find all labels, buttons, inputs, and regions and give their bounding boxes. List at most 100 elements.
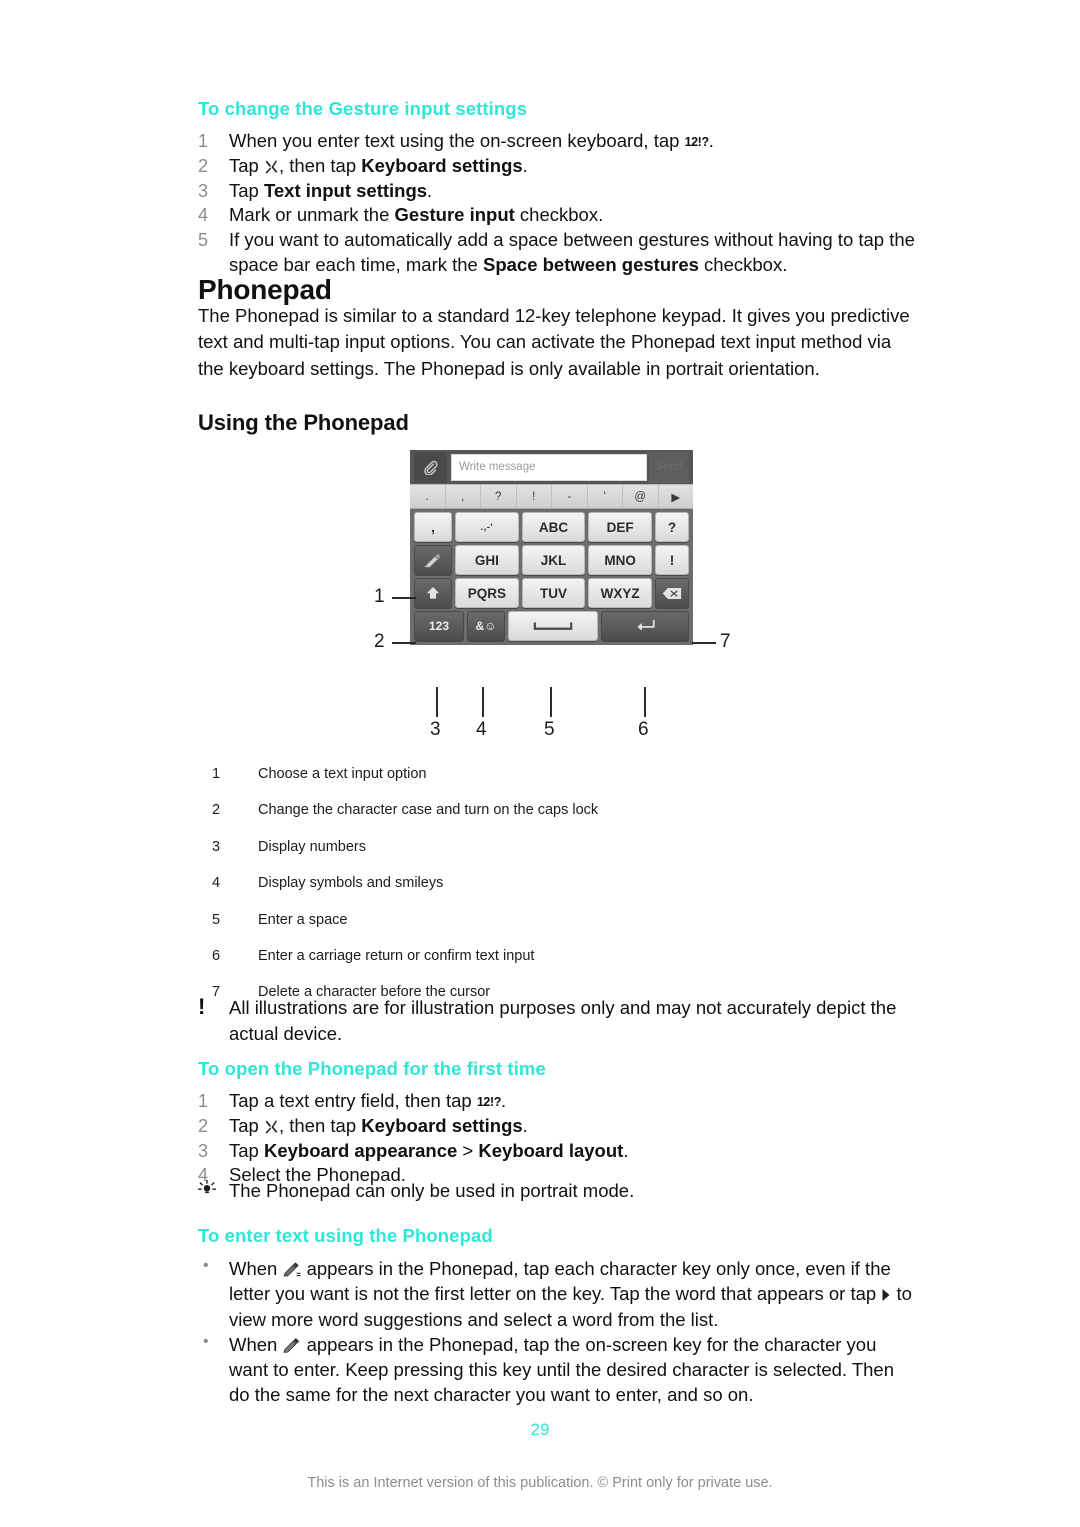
- gesture-step-3-pre: Tap: [229, 179, 264, 201]
- using-phonepad-heading: Using the Phonepad: [198, 410, 409, 435]
- warning-note-row: ! All illustrations are for illustration…: [198, 995, 918, 1048]
- callout-leader-1: [392, 597, 416, 599]
- gesture-step-2-pre: Tap: [229, 154, 264, 176]
- legend-text: Display numbers: [258, 838, 366, 855]
- keypad-row-3: PQRS TUV WXYZ: [414, 578, 690, 608]
- pen-icon: [282, 1337, 301, 1353]
- gesture-step-2-bold: Keyboard settings: [361, 154, 523, 176]
- key-exclamation-mark[interactable]: !: [655, 545, 690, 575]
- callout-leader-6: [644, 687, 646, 717]
- keypad-row-4: 123 &☺: [414, 611, 689, 641]
- key-punctuation[interactable]: .,-': [455, 512, 519, 542]
- symbol-key-apostrophe[interactable]: ': [587, 485, 623, 508]
- enter-text-bullets: When appears in the Phonepad, tap each c…: [198, 1255, 918, 1407]
- key-jkl[interactable]: JKL: [521, 545, 586, 575]
- legend-number: 2: [212, 802, 221, 819]
- enter-text-bullet-1: When appears in the Phonepad, tap each c…: [198, 1255, 918, 1331]
- symbol-key-exclamation[interactable]: !: [516, 485, 552, 508]
- phonepad-keyboard-mock: Write message Send . , ? ! - ' @ ▶ , .,-…: [410, 450, 693, 645]
- gesture-step-2-mid: , then tap: [278, 154, 362, 176]
- gesture-step-2: Tap , then tap Keyboard settings.: [198, 154, 918, 179]
- open-step-1-pre: Tap a text entry field, then tap: [229, 1090, 477, 1112]
- callout-leader-4: [482, 687, 484, 717]
- warning-note-text: All illustrations are for illustration p…: [229, 997, 897, 1045]
- bullet1-part2: appears in the Phonepad, tap each charac…: [229, 1258, 891, 1305]
- gesture-step-4-pre: Mark or unmark the: [229, 204, 395, 226]
- tip-note-text: The Phonepad can only be used in portrai…: [229, 1180, 635, 1201]
- gesture-step-4-bold: Gesture input: [394, 204, 515, 226]
- symbols-smileys-key[interactable]: &☺: [467, 611, 505, 641]
- key-comma[interactable]: ,: [414, 512, 452, 542]
- callout-number-1: 1: [374, 586, 385, 607]
- space-key[interactable]: [508, 611, 598, 641]
- symbol-key-comma[interactable]: ,: [445, 485, 481, 508]
- keypad-rows: , .,-' ABC DEF ? GHI JKL MNO ! PQRS TUV …: [410, 509, 693, 645]
- open-step-3-bold: Keyboard appearance: [263, 1139, 458, 1161]
- key-mno[interactable]: MNO: [588, 545, 653, 575]
- callout-leader-5: [550, 687, 552, 717]
- more-suggestions-arrow-icon[interactable]: ▶: [658, 485, 693, 508]
- open-step-3: Tap Keyboard appearance > Keyboard layou…: [198, 1139, 918, 1164]
- key-ghi[interactable]: GHI: [455, 545, 519, 575]
- shift-icon[interactable]: [414, 578, 452, 608]
- open-step-2: Tap , then tap Keyboard settings.: [198, 1114, 918, 1139]
- bullet2-part2: appears in the Phonepad, tap the on-scre…: [229, 1333, 895, 1405]
- backspace-icon[interactable]: [655, 578, 690, 608]
- callout-number-7: 7: [720, 631, 731, 652]
- footer-notice: This is an Internet version of this publ…: [307, 1475, 773, 1491]
- key-pqrs[interactable]: PQRS: [455, 578, 519, 608]
- phonepad-paragraph-wrap: The Phonepad is similar to a standard 12…: [198, 303, 918, 382]
- enter-key[interactable]: [601, 611, 689, 641]
- gesture-step-3-bold: Text input settings: [263, 179, 428, 201]
- callout-number-6: 6: [638, 719, 649, 740]
- callout-leader-7: [692, 642, 716, 644]
- numbers-key[interactable]: 123: [414, 611, 464, 641]
- text-input-option-pen-icon[interactable]: [414, 545, 452, 575]
- gesture-step-3: Tap Text input settings.: [198, 179, 918, 204]
- gesture-step-3-post: .: [427, 179, 433, 201]
- gesture-section-heading: To change the Gesture input settings: [198, 98, 528, 119]
- open-step-3-bold2: Keyboard layout: [478, 1139, 624, 1161]
- paperclip-icon[interactable]: [414, 451, 447, 483]
- legend-number: 4: [212, 875, 221, 892]
- legend-text: Display symbols and smileys: [258, 875, 444, 892]
- key-def[interactable]: DEF: [588, 512, 653, 542]
- key-wxyz[interactable]: WXYZ: [588, 578, 653, 608]
- legend-number: 5: [212, 911, 221, 928]
- callout-number-5: 5: [544, 719, 555, 740]
- open-phonepad-steps-list: Tap a text entry field, then tap 12!?. T…: [198, 1089, 918, 1188]
- enter-text-section: To enter text using the Phonepad When ap…: [198, 1225, 918, 1407]
- gesture-pen-icon: [282, 1262, 302, 1277]
- legend-text: Enter a space: [258, 911, 348, 928]
- symbol-key-period[interactable]: .: [410, 485, 446, 508]
- open-step-1: Tap a text entry field, then tap 12!?.: [198, 1089, 918, 1114]
- key-question-mark[interactable]: ?: [655, 512, 690, 542]
- gesture-steps-list: When you enter text using the on-screen …: [198, 129, 918, 277]
- message-input-placeholder: Write message: [459, 461, 536, 473]
- key-tuv[interactable]: TUV: [521, 578, 586, 608]
- gesture-input-section: To change the Gesture input settings Whe…: [198, 98, 918, 277]
- page-title-phonepad: Phonepad: [198, 274, 332, 305]
- open-step-2-bold: Keyboard settings: [361, 1114, 523, 1136]
- open-step-1-post: .: [500, 1090, 507, 1112]
- gesture-step-1: When you enter text using the on-screen …: [198, 129, 918, 154]
- legend-text: Choose a text input option: [258, 766, 427, 782]
- phonepad-paragraph: The Phonepad is similar to a standard 12…: [198, 305, 910, 379]
- message-input-field[interactable]: Write message: [451, 453, 647, 481]
- open-step-2-pre: Tap: [229, 1114, 264, 1136]
- gesture-step-1-pre: When you enter text using the on-screen …: [229, 130, 685, 152]
- gesture-step-4-post: checkbox.: [514, 204, 604, 226]
- document-page: To change the Gesture input settings Whe…: [0, 0, 1080, 1527]
- legend-row: 1 Choose a text input option: [212, 766, 598, 802]
- warning-note: ! All illustrations are for illustration…: [198, 995, 918, 1048]
- symbol-key-hyphen[interactable]: -: [552, 485, 588, 508]
- key-abc[interactable]: ABC: [521, 512, 586, 542]
- keypad-row-2: GHI JKL MNO !: [414, 545, 690, 575]
- lightbulb-icon: [198, 1180, 220, 1198]
- bullet2-part1: When: [229, 1333, 283, 1355]
- symbol-key-at[interactable]: @: [623, 485, 659, 508]
- symbol-key-question[interactable]: ?: [481, 485, 517, 508]
- callout-leader-3: [436, 687, 438, 717]
- send-button[interactable]: Send: [649, 451, 689, 483]
- exclamation-icon: !: [198, 994, 206, 1019]
